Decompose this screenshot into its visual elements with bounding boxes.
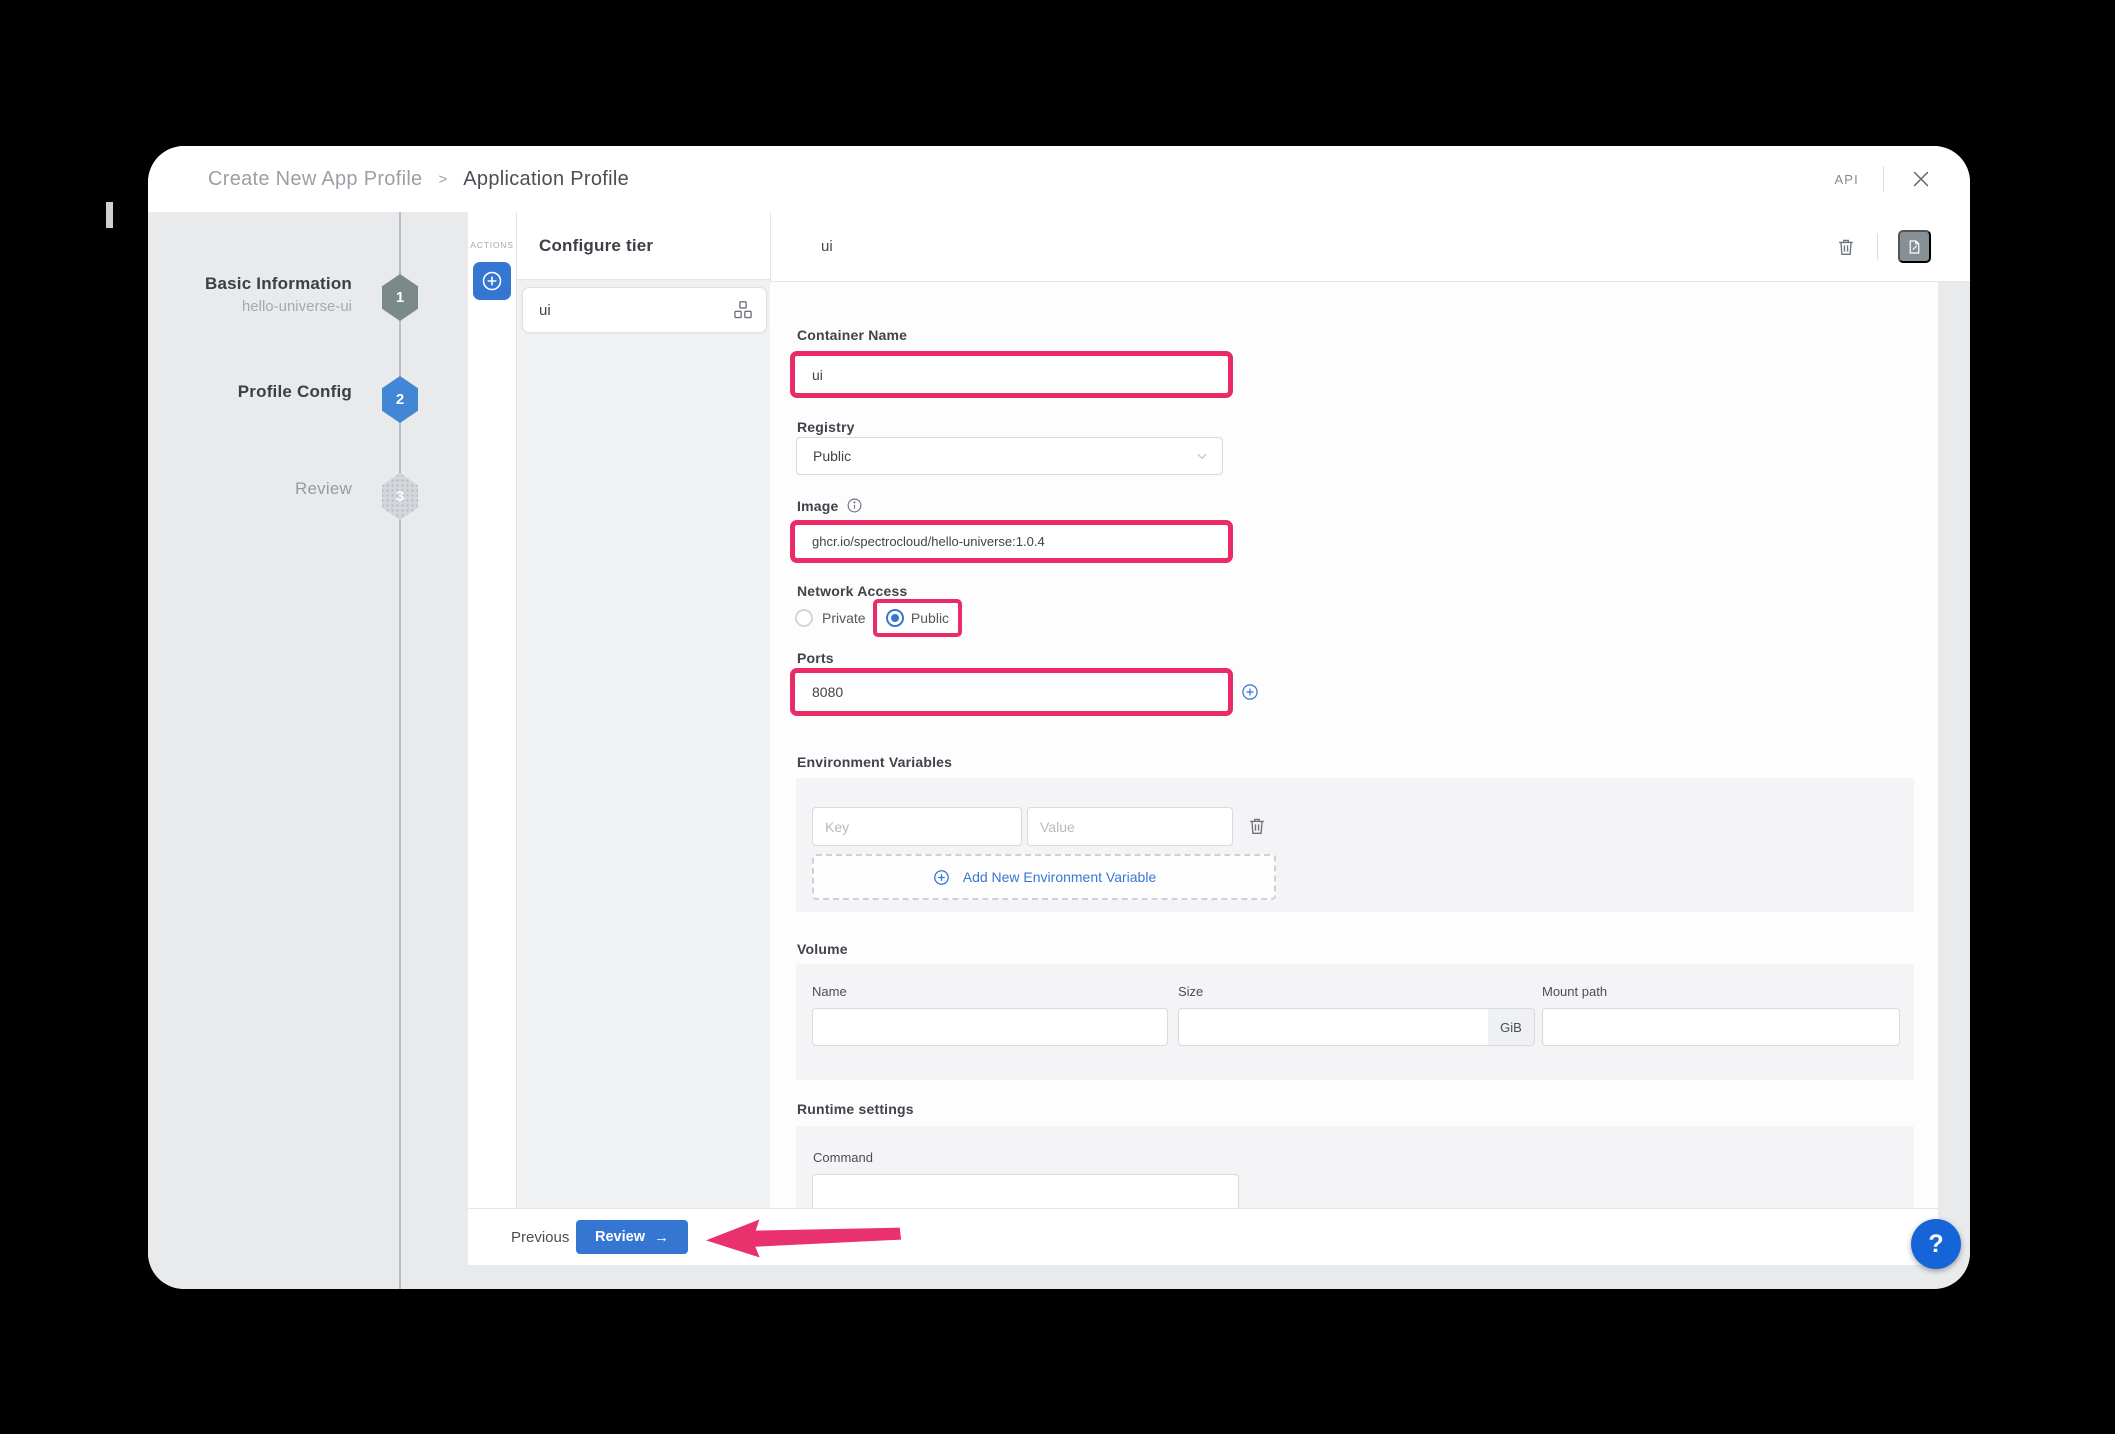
chevron-down-icon	[1194, 448, 1210, 464]
add-env-variable-button[interactable]: Add New Environment Variable	[812, 854, 1276, 900]
env-value-input[interactable]	[1027, 807, 1233, 846]
runtime-settings-panel: Command	[796, 1126, 1914, 1208]
modal-header: Create New App Profile > Application Pro…	[148, 146, 1970, 213]
plus-circle-icon	[1240, 682, 1260, 702]
image-highlight	[790, 520, 1233, 563]
tier-panel-header: Configure tier	[517, 212, 771, 280]
plus-circle-icon	[932, 868, 951, 887]
step-2-hexagon[interactable]: 2	[380, 376, 420, 423]
network-private-option[interactable]: Private	[795, 609, 866, 627]
step-sublabel: hello-universe-ui	[148, 298, 352, 315]
volume-name-label: Name	[812, 984, 847, 999]
stepper-line	[399, 212, 401, 1289]
volume-mount-path-label: Mount path	[1542, 984, 1607, 999]
plus-circle-icon	[480, 269, 504, 293]
tier-blocks-icon	[732, 299, 754, 321]
registry-label: Registry	[797, 419, 855, 435]
step-number: 2	[396, 391, 404, 408]
step-basic-information[interactable]: Basic Information hello-universe-ui	[148, 274, 352, 315]
step-label: Profile Config	[148, 382, 352, 402]
form-tier-title: ui	[821, 238, 833, 255]
form-header: ui	[770, 212, 1970, 282]
private-label: Private	[822, 610, 866, 626]
step-number: 1	[396, 289, 404, 306]
form-header-divider	[1877, 234, 1878, 260]
tier-panel-title: Configure tier	[539, 236, 653, 256]
volume-label: Volume	[797, 941, 848, 957]
question-mark-icon: ?	[1928, 1230, 1943, 1259]
add-env-variable-label: Add New Environment Variable	[963, 869, 1157, 885]
form-footer: Previous Review →	[468, 1208, 1938, 1265]
network-public-highlight: Public	[873, 599, 962, 637]
header-actions: API	[1834, 166, 1970, 192]
form-header-actions	[1835, 230, 1970, 263]
step-profile-config[interactable]: Profile Config	[148, 382, 352, 402]
actions-column: ACTIONS	[468, 212, 516, 1265]
editor-toggle-button[interactable]	[1898, 230, 1931, 263]
registry-value: Public	[813, 448, 851, 464]
help-button[interactable]: ?	[1911, 1219, 1961, 1269]
network-access-label: Network Access	[797, 583, 907, 599]
volume-panel: Name Size GiB Mount path	[796, 964, 1914, 1080]
radio-unselected-icon[interactable]	[795, 609, 813, 627]
step-3-hexagon[interactable]: 3	[380, 473, 420, 520]
review-button-label: Review	[595, 1229, 645, 1245]
volume-size-input[interactable]	[1178, 1008, 1489, 1046]
environment-variables-label: Environment Variables	[797, 754, 952, 770]
previous-button[interactable]: Previous	[505, 1209, 575, 1265]
header-divider	[1883, 166, 1884, 192]
step-label: Basic Information	[148, 274, 352, 294]
breadcrumb-current: Application Profile	[463, 168, 629, 191]
container-name-label: Container Name	[797, 327, 907, 343]
image-input[interactable]	[795, 534, 1228, 549]
annotation-arrow-icon	[704, 1216, 904, 1263]
ports-input[interactable]	[795, 684, 1228, 700]
container-name-input[interactable]	[795, 367, 1228, 383]
step-1-hexagon[interactable]: 1	[380, 274, 420, 321]
volume-name-input[interactable]	[812, 1008, 1168, 1046]
public-label: Public	[911, 610, 949, 626]
breadcrumb-separator-icon: >	[438, 171, 447, 188]
breadcrumb-parent[interactable]: Create New App Profile	[208, 168, 422, 191]
command-input[interactable]	[812, 1174, 1239, 1208]
trash-icon	[1835, 236, 1857, 258]
step-label: Review	[148, 479, 352, 499]
add-tier-button[interactable]	[473, 262, 511, 300]
step-number: 3	[396, 488, 404, 505]
image-label: Image	[797, 498, 838, 514]
command-label: Command	[813, 1150, 873, 1165]
add-port-button[interactable]	[1240, 682, 1260, 702]
info-icon[interactable]	[846, 497, 863, 514]
screen: { "header": { "breadcrumb_parent": "Crea…	[0, 0, 2115, 1434]
arrow-right-icon: →	[654, 1229, 669, 1246]
delete-env-row-button[interactable]	[1246, 815, 1268, 837]
tier-card-ui[interactable]: ui	[522, 287, 767, 333]
container-name-highlight	[790, 351, 1233, 398]
api-button[interactable]: API	[1834, 172, 1859, 187]
env-key-input[interactable]	[812, 807, 1022, 846]
ports-label: Ports	[797, 650, 834, 666]
document-edit-icon	[1906, 237, 1923, 257]
volume-mount-path-input[interactable]	[1542, 1008, 1900, 1046]
runtime-settings-label: Runtime settings	[797, 1101, 914, 1117]
registry-select[interactable]: Public	[796, 437, 1223, 475]
tier-name: ui	[539, 302, 551, 319]
delete-tier-button[interactable]	[1835, 236, 1857, 258]
environment-variables-panel: Add New Environment Variable	[796, 778, 1914, 912]
create-app-profile-modal: Create New App Profile > Application Pro…	[148, 146, 1970, 1289]
step-review[interactable]: Review	[148, 479, 352, 499]
form-body: Container Name Registry Public Image Ne	[770, 282, 1938, 1208]
tier-panel: Configure tier ui	[516, 212, 771, 1208]
ports-highlight	[790, 668, 1233, 716]
volume-size-label: Size	[1178, 984, 1203, 999]
volume-size-unit: GiB	[1488, 1008, 1535, 1046]
background-artifact	[106, 202, 113, 228]
close-icon[interactable]	[1908, 166, 1934, 192]
modal-body: Basic Information hello-universe-ui 1 Pr…	[148, 212, 1970, 1289]
trash-icon	[1246, 815, 1268, 837]
review-button[interactable]: Review →	[576, 1220, 688, 1254]
actions-title: ACTIONS	[468, 240, 516, 250]
radio-selected-icon[interactable]	[886, 609, 904, 627]
